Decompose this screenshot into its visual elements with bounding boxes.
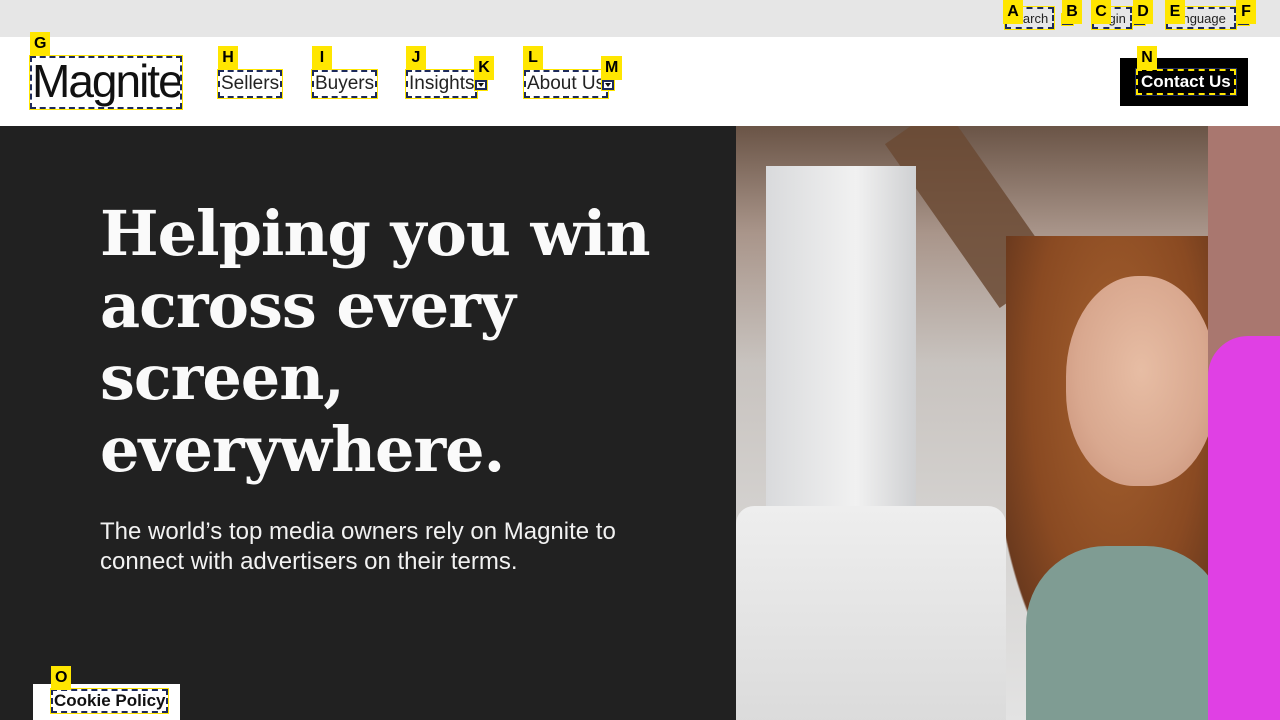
about-chevron-down-icon[interactable]	[601, 79, 615, 91]
logo-text: Magnite	[32, 56, 182, 107]
hero-subheading: The world’s top media owners rely on Mag…	[100, 518, 616, 575]
marker-d: D	[1133, 0, 1153, 24]
site-header: Magnite Sellers Buyers Insights About Us…	[0, 37, 1280, 126]
nav-sellers-label: Sellers	[221, 73, 280, 94]
marker-j: J	[406, 46, 426, 70]
nav-about-us[interactable]: About Us	[522, 69, 610, 99]
nav-buyers-label: Buyers	[315, 73, 375, 94]
hero-headline: Helping you win across every screen, eve…	[100, 198, 660, 486]
headline-line: everywhere.	[100, 413, 505, 486]
nav-insights-label: Insights	[409, 73, 475, 94]
marker-e: E	[1165, 0, 1185, 24]
marker-c: C	[1091, 0, 1111, 24]
pink-paint-stroke	[1208, 336, 1280, 720]
marker-n: N	[1137, 46, 1157, 70]
marker-m: M	[601, 56, 623, 80]
cookie-policy-link[interactable]: Cookie Policy	[49, 688, 170, 714]
contact-us-label: Contact Us	[1135, 68, 1237, 96]
marker-f: F	[1236, 0, 1256, 24]
marker-h: H	[218, 46, 238, 70]
photo-face	[1066, 276, 1208, 486]
hero-text-panel: Helping you win across every screen, eve…	[0, 126, 736, 720]
marker-o: O	[51, 666, 72, 690]
marker-a: A	[1003, 0, 1023, 24]
marker-k: K	[474, 56, 494, 80]
hero-accent-strip	[1208, 126, 1280, 720]
nav-about-label: About Us	[527, 73, 606, 94]
photo-shirt	[1026, 546, 1208, 720]
marker-i: I	[312, 46, 332, 70]
hero-photo	[736, 126, 1208, 720]
marker-b: B	[1062, 0, 1082, 24]
marker-g: G	[30, 32, 51, 56]
nav-sellers[interactable]: Sellers	[216, 69, 284, 99]
magnite-logo[interactable]: Magnite	[29, 55, 183, 110]
headline-line: screen,	[100, 341, 345, 414]
headline-line: across every	[100, 269, 516, 342]
marker-l: L	[523, 46, 543, 70]
utility-bar: Search Login Language	[0, 0, 1280, 37]
nav-buyers[interactable]: Buyers	[310, 69, 379, 99]
headline-line: Helping you win	[100, 197, 651, 270]
hero-section: Helping you win across every screen, eve…	[0, 126, 1280, 720]
insights-chevron-down-icon[interactable]	[474, 79, 488, 91]
nav-insights[interactable]: Insights	[404, 69, 479, 99]
photo-laptop	[736, 506, 1006, 720]
